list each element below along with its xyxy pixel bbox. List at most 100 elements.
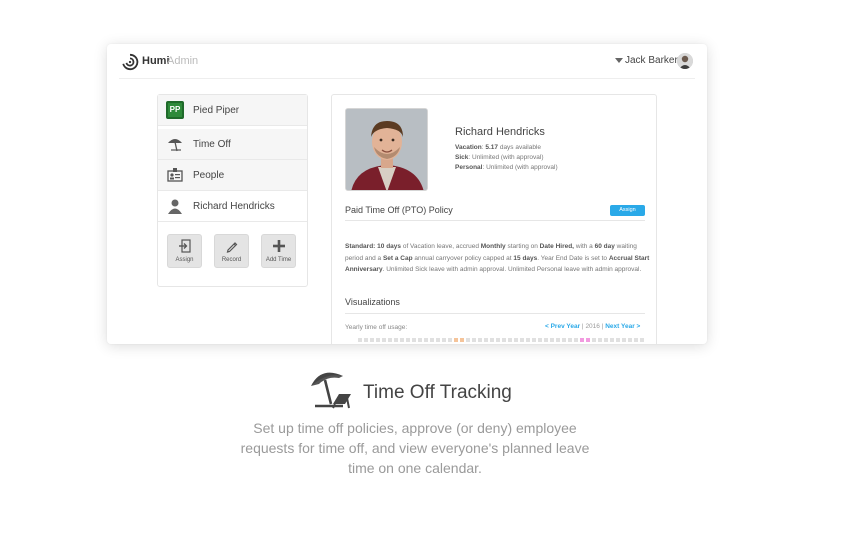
calendar-cell [538, 338, 542, 342]
umbrella-icon [168, 139, 182, 152]
calendar-cell [508, 338, 512, 342]
sick-balance: Sick: Unlimited (with approval) [455, 154, 544, 161]
sick-value: Unlimited (with approval) [472, 154, 544, 161]
sidebar-item-people[interactable]: People [158, 160, 307, 191]
personal-value: Unlimited (with approval) [486, 164, 558, 171]
calendar-cell [640, 338, 644, 342]
policy-text: starting on [507, 243, 538, 250]
calendar-cell [448, 338, 452, 342]
vacation-suffix: days available [499, 144, 542, 151]
user-menu[interactable]: Jack Barker [625, 55, 678, 66]
policy-title: Paid Time Off (PTO) Policy [345, 205, 453, 215]
plus-icon [273, 240, 285, 252]
policy-wait: 60 day [594, 243, 615, 250]
calendar-cell [382, 338, 386, 342]
vacation-label: Vacation [455, 144, 482, 151]
calendar-cell [436, 338, 440, 342]
calendar-cell [460, 338, 464, 342]
calendar-cell [406, 338, 410, 342]
add-time-button[interactable]: Add Time [261, 234, 296, 268]
current-year: 2016 [585, 323, 600, 330]
employee-name: Richard Hendricks [455, 126, 545, 138]
calendar-cell [478, 338, 482, 342]
policy-monthly: Monthly [480, 243, 506, 250]
calendar-cell [454, 338, 458, 342]
policy-date-hired: Date Hired, [539, 243, 574, 250]
policy-description: Standard: 10 days of Vacation leave, acc… [345, 241, 650, 276]
sidebar-item-label: Richard Hendricks [193, 201, 275, 212]
calendar-cell [412, 338, 416, 342]
avatar[interactable] [677, 53, 693, 69]
policy-text: of Vacation leave, accrued [402, 243, 479, 250]
calendar-cell [520, 338, 524, 342]
policy-standard: Standard: [345, 243, 376, 250]
policy-days: 10 days [377, 243, 402, 250]
humi-logo-icon[interactable] [121, 53, 139, 71]
calendar-cell [496, 338, 500, 342]
divider [345, 313, 645, 314]
vacation-value: 5.17 [485, 144, 499, 151]
app-window: Humi Admin Jack Barker PP Pied Piper Tim… [107, 44, 707, 344]
calendar-cell [376, 338, 380, 342]
calendar-cell [532, 338, 536, 342]
action-bar: Assign Record Add Time [158, 223, 307, 286]
calendar-cell [424, 338, 428, 342]
calendar-cell [562, 338, 566, 342]
calendar-cell [574, 338, 578, 342]
calendar-cell [400, 338, 404, 342]
calendar-cell [568, 338, 572, 342]
divider [345, 220, 645, 221]
personal-balance: Personal: Unlimited (with approval) [455, 164, 558, 171]
vacation-balance: Vacation: 5.17 days available [455, 144, 542, 151]
calendar-cell [394, 338, 398, 342]
calendar-cell [628, 338, 632, 342]
calendar-cell [514, 338, 518, 342]
calendar-cell [610, 338, 614, 342]
assign-icon [179, 239, 191, 253]
personal-label: Personal [455, 164, 483, 171]
sidebar-item-label: Pied Piper [193, 105, 240, 116]
assign-policy-button[interactable]: Assign [610, 205, 645, 216]
employee-panel: Richard Hendricks Vacation: 5.17 days av… [331, 94, 657, 344]
person-icon [168, 199, 182, 214]
calendar-cell [490, 338, 494, 342]
sidebar-item-pied-piper[interactable]: PP Pied Piper [158, 95, 307, 126]
calendar-cell [622, 338, 626, 342]
sidebar-item-label: Time Off [193, 139, 231, 150]
brand-subtitle: Admin [167, 55, 199, 67]
add-time-label: Add Time [265, 257, 292, 263]
sidebar-item-label: People [193, 170, 225, 181]
next-year-link[interactable]: Next Year > [605, 323, 640, 330]
record-button[interactable]: Record [214, 234, 249, 268]
sick-label: Sick [455, 154, 469, 161]
assign-button[interactable]: Assign [167, 234, 202, 268]
calendar-cell [556, 338, 560, 342]
prev-year-link[interactable]: < Prev Year [545, 323, 580, 330]
policy-cap: Set a Cap [382, 254, 413, 262]
calendar-cell [634, 338, 638, 342]
calendar-cell [430, 338, 434, 342]
sidebar-item-richard-hendricks[interactable]: Richard Hendricks [158, 191, 307, 222]
record-label: Record [221, 257, 242, 263]
calendar-cell [598, 338, 602, 342]
calendar-cell [484, 338, 488, 342]
calendar-cell [472, 338, 476, 342]
beach-umbrella-chair-icon [311, 372, 351, 409]
calendar-cell [442, 338, 446, 342]
chevron-down-icon[interactable] [615, 58, 623, 63]
calendar-cell [418, 338, 422, 342]
calendar-cell [466, 338, 470, 342]
top-bar: Humi Admin Jack Barker [107, 44, 707, 80]
year-nav: < Prev Year | 2016 | Next Year > [545, 323, 641, 330]
calendar-cell [586, 338, 590, 342]
calendar-cell [604, 338, 608, 342]
sidebar: PP Pied Piper Time Off People Richard He… [157, 94, 308, 287]
calendar-cell [550, 338, 554, 342]
policy-text: with a [575, 243, 593, 250]
usage-label: Yearly time off usage: [345, 324, 408, 331]
employee-photo [345, 108, 428, 191]
sidebar-item-time-off[interactable]: Time Off [158, 129, 307, 160]
pied-piper-logo-icon: PP [166, 101, 184, 119]
calendar-cell [370, 338, 374, 342]
calendar-cell [364, 338, 368, 342]
